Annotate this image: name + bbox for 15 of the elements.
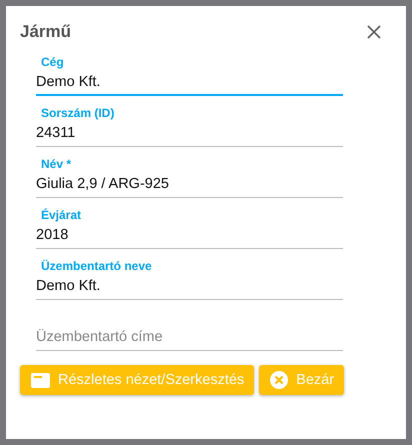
dialog-title: Jármű xyxy=(20,22,72,42)
field-label: Sorszám (ID) xyxy=(41,105,116,121)
field-label: Évjárat xyxy=(41,207,82,223)
input-field[interactable]: 2018 xyxy=(36,223,343,249)
input-field[interactable]: Üzembentartó címe xyxy=(36,325,343,351)
input-field[interactable]: Demo Kft. xyxy=(36,274,343,300)
field-label: Üzembentartó neve xyxy=(41,258,153,274)
close-circle-icon xyxy=(270,371,288,389)
input-field[interactable]: 24311 xyxy=(36,121,343,147)
close-icon[interactable] xyxy=(367,25,381,39)
card-icon xyxy=(31,372,50,388)
input-field[interactable]: Demo Kft. xyxy=(36,70,343,96)
field-label: Cég xyxy=(41,54,65,70)
input-field[interactable]: Giulia 2,9 / ARG-925 xyxy=(36,172,343,198)
field-label: Név * xyxy=(41,156,72,172)
